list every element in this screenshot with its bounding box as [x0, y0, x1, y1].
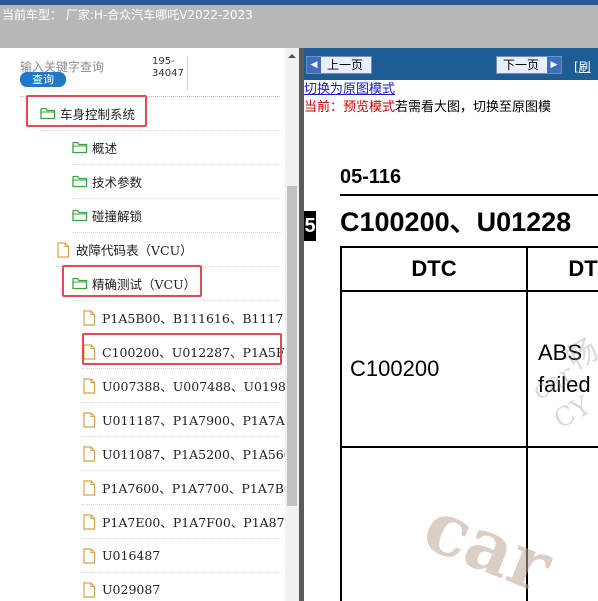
folder-open-icon — [72, 140, 88, 154]
dtc-table: DTC DT C100200 ABS failed — [340, 246, 598, 601]
status-prefix: 当前： — [304, 100, 344, 115]
document-icon — [82, 412, 98, 428]
document-icon — [82, 514, 98, 530]
highlight-box — [82, 333, 282, 365]
switch-mode-link[interactable]: 切换为原图模式 — [304, 78, 395, 97]
tree-item[interactable]: 故障代码表（VCU） — [56, 232, 193, 266]
mode-status: 当前：预览模式若需看大图，切换至原图模 — [304, 96, 551, 115]
tree-item[interactable]: P1A7E00、P1A7F00、P1A8700 — [82, 504, 300, 538]
scrollbar-thumb[interactable] — [287, 186, 297, 506]
tree-item-label: 故障代码表（VCU） — [76, 242, 193, 258]
tree-scrollbar[interactable] — [285, 48, 299, 601]
tree-item-label: P1A7E00、P1A7F00、P1A8700 — [102, 514, 300, 530]
tree-item-label: U016487 — [102, 547, 161, 563]
result-count-line1: 195- — [152, 56, 175, 67]
tree-item[interactable]: U007388、U007488、U019887 — [82, 368, 300, 402]
scroll-up-arrow-icon[interactable] — [285, 48, 299, 62]
current-model-title: 当前车型： 厂家:H-合众汽车哪吒V2022-2023 — [2, 8, 253, 22]
prev-page-button[interactable]: ◀ 上一页 — [306, 56, 372, 74]
search-button[interactable]: 查询 — [20, 72, 66, 87]
tree-item[interactable]: 技术参数 — [72, 164, 142, 198]
table-cell-description: ABS failed — [526, 290, 598, 448]
document-icon — [82, 582, 98, 598]
table-header-dtc: DTC — [340, 246, 528, 292]
refresh-link[interactable]: [刷 — [574, 58, 591, 75]
tree-item-label: 概述 — [92, 140, 118, 156]
tree-item[interactable]: P1A5B00、B111616、B111717 — [82, 300, 299, 334]
tree-item-label: U007388、U007488、U019887 — [102, 378, 300, 394]
highlight-box — [26, 95, 147, 127]
document-viewer: ◀ 上一页 下一页 ▶ [刷 切换为原图模式 当前：预览模式若需看大图，切换至原… — [304, 48, 598, 601]
result-count: 195- 34047 — [152, 56, 188, 90]
folder-open-icon — [72, 174, 88, 188]
document-icon — [82, 548, 98, 564]
tree-item[interactable]: U011187、P1A7900、P1A7A00 — [82, 402, 300, 436]
heading-rule — [340, 194, 598, 196]
tree-item-label: 碰撞解锁 — [92, 208, 143, 224]
tree-item-label: P1A5B00、B111616、B111717 — [102, 310, 300, 326]
document-icon — [82, 480, 98, 496]
document-icon — [82, 310, 98, 326]
highlight-box — [62, 265, 202, 297]
section-number: 05-116 — [340, 166, 402, 188]
prev-page-label: 上一页 — [327, 58, 364, 72]
next-page-label: 下一页 — [503, 58, 540, 72]
header-accent-bar — [0, 0, 598, 5]
table-cell-dtc: C100200 — [340, 290, 528, 448]
document-icon — [82, 378, 98, 394]
tree-item-label: P1A7600、P1A7700、P1A7B00 — [102, 480, 300, 496]
document-page: 05-116 5 C100200、U01228 DTC DT C100200 A… — [304, 118, 598, 601]
tree-item[interactable]: U011087、P1A5200、P1A5600 — [82, 436, 300, 470]
description-line-1: ABS — [538, 340, 583, 365]
status-mode: 预览模式 — [343, 100, 396, 115]
table-header-dt: DT — [526, 246, 598, 292]
table-cell-empty — [526, 446, 598, 601]
next-page-button[interactable]: 下一页 ▶ — [496, 56, 562, 74]
viewer-toolbar: ◀ 上一页 下一页 ▶ [刷 — [304, 48, 598, 80]
navigation-panel: 输入关键字查询 查询 195- 34047 车身控制系统 概述 技术参数 碰撞解锁 故障… — [0, 48, 300, 601]
table-cell-empty — [340, 446, 528, 601]
table-header-row: DTC DT — [340, 246, 598, 292]
document-icon — [82, 446, 98, 462]
status-hint: 若需看大图，切换至原图模 — [395, 100, 552, 115]
document-title: C100200、U01228 — [340, 207, 572, 237]
description-line-2: failed — [538, 372, 591, 397]
tree-item-label: U011087、P1A5200、P1A5600 — [102, 446, 300, 462]
tree-item[interactable]: 概述 — [72, 130, 117, 164]
tree-item-label: U011187、P1A7900、P1A7A00 — [102, 412, 300, 428]
result-count-line2: 34047 — [152, 68, 184, 79]
tree-item[interactable]: P1A7600、P1A7700、P1A7B00 — [82, 470, 300, 504]
table-row — [340, 446, 598, 601]
document-icon — [56, 242, 72, 258]
window-header: 当前车型： 厂家:H-合众汽车哪吒V2022-2023 — [0, 0, 598, 48]
tree-item[interactable]: 碰撞解锁 — [72, 198, 142, 232]
folder-open-icon — [72, 208, 88, 222]
chapter-tab: 5 — [304, 211, 316, 241]
tree-item[interactable]: U029087 — [82, 572, 160, 601]
tree-item-label: 技术参数 — [92, 174, 143, 190]
tree-item-label: U029087 — [102, 581, 161, 597]
arrow-right-icon: ▶ — [547, 57, 561, 73]
tree-item[interactable]: U016487 — [82, 538, 160, 572]
arrow-left-icon: ◀ — [307, 57, 321, 73]
table-row: C100200 ABS failed — [340, 290, 598, 448]
